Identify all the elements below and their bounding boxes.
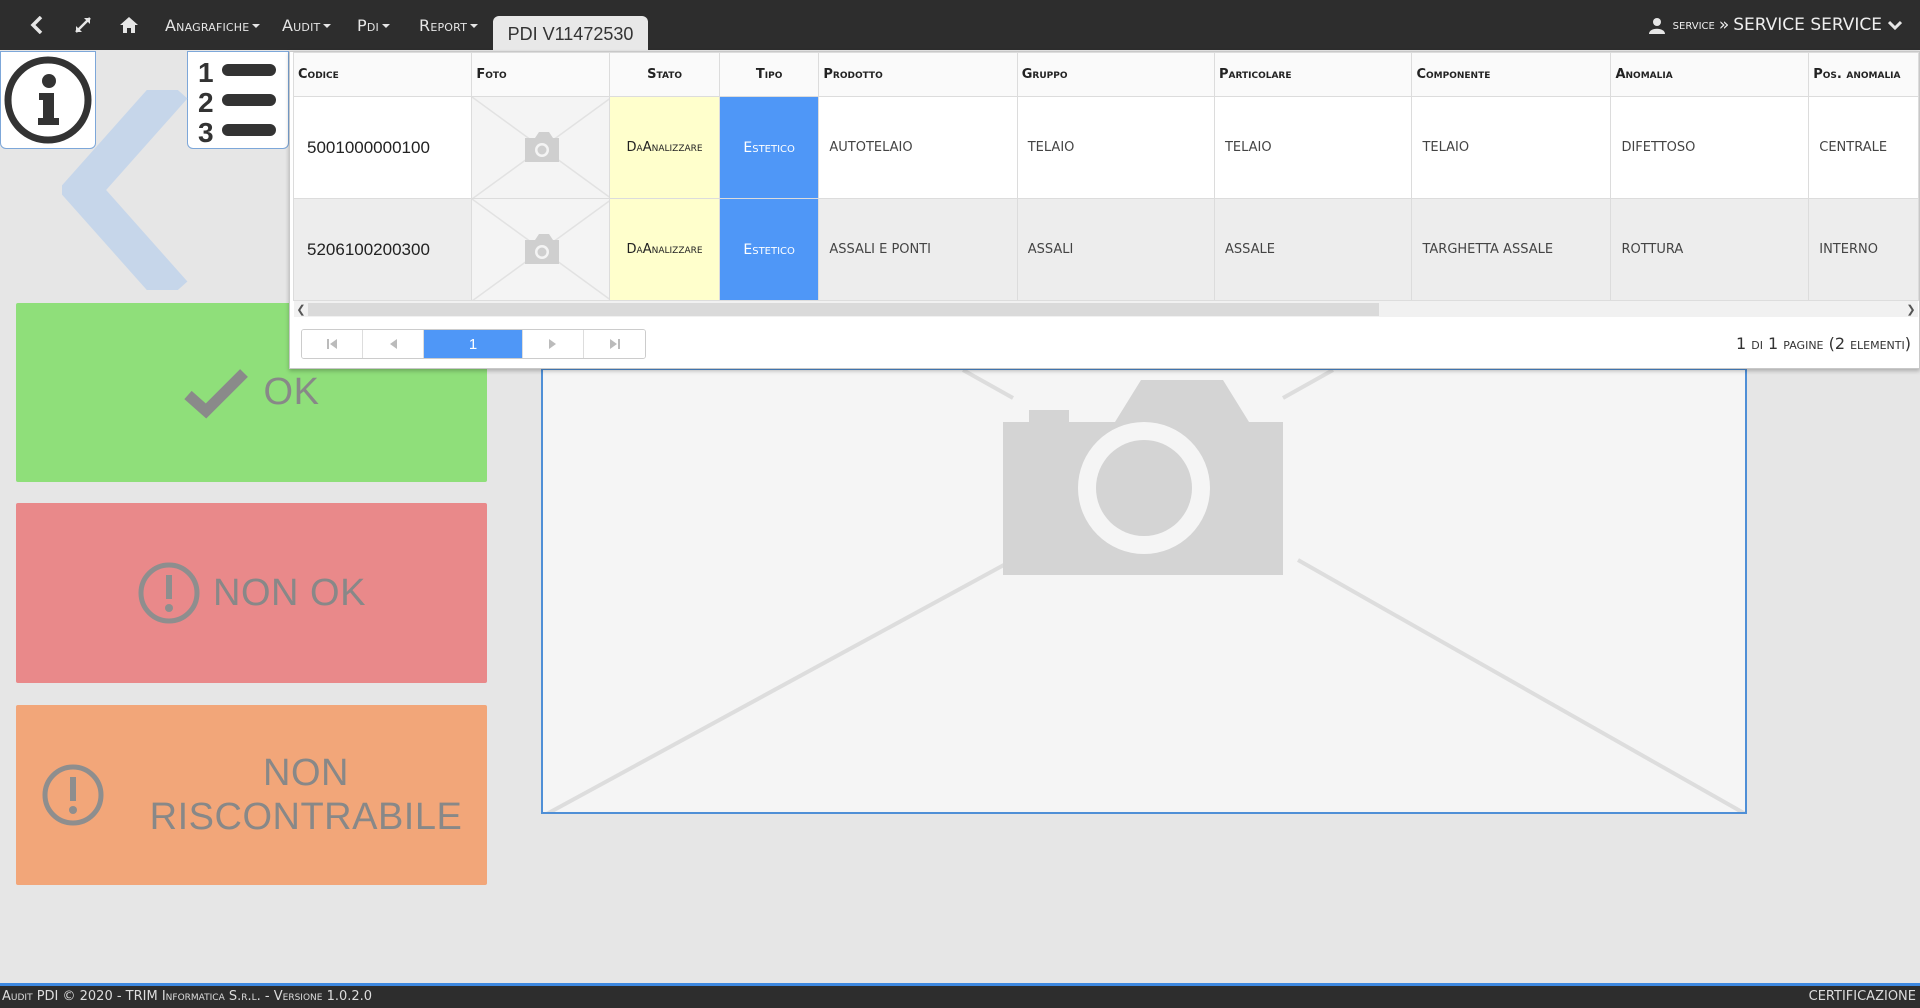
anomalies-table: Codice Foto Stato Tipo Prodotto Gruppo P… <box>292 52 1919 301</box>
user-role: service <box>1672 17 1715 33</box>
cell-prodotto[interactable]: AUTOTELAIO <box>818 96 1018 199</box>
fullscreen-button[interactable] <box>68 0 98 50</box>
checkmark-icon <box>183 368 248 419</box>
menu-anagrafiche[interactable]: Anagrafiche <box>165 0 261 50</box>
scrollbar-thumb[interactable] <box>308 303 1379 316</box>
cell-componente[interactable]: TARGHETTA ASSALE <box>1411 198 1612 301</box>
col-header-tipo[interactable]: Tipo <box>718 52 820 97</box>
menu-audit-label: Audit <box>282 15 321 35</box>
prev-page-icon <box>390 339 397 349</box>
tab-pdi-label: PDI V11472530 <box>507 23 634 44</box>
col-header-particolare[interactable]: Particolare <box>1213 52 1413 97</box>
camera-icon <box>472 97 609 198</box>
cell-gruppo[interactable]: TELAIO <box>1016 96 1215 199</box>
cell-foto[interactable] <box>471 198 611 301</box>
cell-pos-anomalia[interactable]: CENTRALE <box>1808 96 1919 199</box>
scroll-left-icon[interactable]: ❮ <box>294 301 308 318</box>
tab-pdi[interactable]: PDI V11472530 <box>493 16 648 52</box>
ok-label: OK <box>263 371 320 413</box>
prev-page-button[interactable] <box>363 330 424 358</box>
chevron-down-icon <box>1888 20 1902 30</box>
pager-info: 1 di 1 pagine (2 elementi) <box>1735 334 1911 353</box>
cell-stato[interactable]: DaAnalizzare <box>609 96 720 199</box>
camera-icon <box>546 370 1745 812</box>
next-page-button[interactable] <box>523 330 584 358</box>
menu-anagrafiche-label: Anagrafiche <box>165 15 250 35</box>
next-page-icon <box>549 339 556 349</box>
col-header-pos-anomalia[interactable]: Pos. anomalia <box>1808 52 1919 97</box>
non-riscontrabile-label: NON RISCONTRABILE <box>126 751 486 839</box>
col-header-codice[interactable]: Codice <box>292 52 473 97</box>
cell-tipo[interactable]: Estetico <box>718 198 820 301</box>
footer: Audit PDI © 2020 - TRIM Informatica S.r.… <box>0 983 1920 1008</box>
expand-icon <box>75 17 91 33</box>
menu-report[interactable]: Report <box>419 0 479 50</box>
menu-pdi[interactable]: Pdi <box>357 0 390 50</box>
cell-anomalia[interactable]: DIFETTOSO <box>1610 96 1810 199</box>
cell-particolare[interactable]: TELAIO <box>1213 96 1413 199</box>
col-header-gruppo[interactable]: Gruppo <box>1016 52 1215 97</box>
caret-down-icon <box>381 24 390 28</box>
col-header-stato[interactable]: Stato <box>609 52 720 97</box>
photo-placeholder[interactable] <box>541 368 1747 814</box>
scroll-right-icon[interactable]: ❯ <box>1904 301 1918 318</box>
non-ok-label: NON OK <box>213 571 366 614</box>
menu-report-label: Report <box>419 15 468 35</box>
col-header-anomalia[interactable]: Anomalia <box>1610 52 1810 97</box>
caret-down-icon <box>470 24 479 28</box>
cell-componente[interactable]: TELAIO <box>1411 96 1612 199</box>
home-icon <box>120 17 138 33</box>
horizontal-scrollbar[interactable]: ❮ ❯ <box>294 300 1918 317</box>
caret-down-icon <box>323 24 332 28</box>
cell-particolare[interactable]: ASSALE <box>1213 198 1413 301</box>
non-ok-button[interactable]: NON OK <box>16 503 487 683</box>
first-page-button[interactable] <box>302 330 363 358</box>
user-icon <box>1648 17 1665 34</box>
list-button[interactable]: 1 2 3 <box>187 51 289 149</box>
pager: 1 <box>301 329 646 359</box>
caret-down-icon <box>252 24 261 28</box>
exclamation-circle-icon <box>138 562 200 624</box>
non-riscontrabile-line1: NON <box>263 752 349 794</box>
cell-gruppo[interactable]: ASSALI <box>1016 198 1215 301</box>
top-navbar: Anagrafiche Audit Pdi Report PDI V114725… <box>0 0 1920 52</box>
user-name: SERVICE SERVICE <box>1733 15 1882 35</box>
table-row[interactable]: 5001000000100 DaAnalizzare Estetico AUTO… <box>292 96 1919 199</box>
page-button-current[interactable]: 1 <box>424 330 523 358</box>
last-page-button[interactable] <box>584 330 645 358</box>
menu-pdi-label: Pdi <box>357 15 379 35</box>
back-arrow-icon[interactable] <box>62 90 202 290</box>
col-header-foto[interactable]: Foto <box>471 52 611 97</box>
table-header-row: Codice Foto Stato Tipo Prodotto Gruppo P… <box>292 52 1919 97</box>
table-row[interactable]: 5206100200300 DaAnalizzare Estetico ASSA… <box>292 198 1919 301</box>
home-button[interactable] <box>114 0 144 50</box>
first-page-icon <box>327 339 337 349</box>
cell-codice[interactable]: 5206100200300 <box>292 198 473 301</box>
col-header-prodotto[interactable]: Prodotto <box>818 52 1018 97</box>
cell-anomalia[interactable]: ROTTURA <box>1610 198 1810 301</box>
cell-foto[interactable] <box>471 96 611 199</box>
camera-icon <box>472 199 609 300</box>
last-page-icon <box>609 339 620 349</box>
cell-stato[interactable]: DaAnalizzare <box>609 198 720 301</box>
numbered-list-icon: 1 2 3 <box>198 57 276 146</box>
user-separator: » <box>1718 15 1730 35</box>
exclamation-circle-icon <box>42 764 104 826</box>
cell-prodotto[interactable]: ASSALI E PONTI <box>818 198 1018 301</box>
footer-certificazione[interactable]: CERTIFICAZIONE <box>1809 989 1916 1004</box>
cell-pos-anomalia[interactable]: INTERNO <box>1808 198 1919 301</box>
cell-tipo[interactable]: Estetico <box>718 96 820 199</box>
cell-codice[interactable]: 5001000000100 <box>292 96 473 199</box>
menu-audit[interactable]: Audit <box>282 0 332 50</box>
footer-copyright: Audit PDI © 2020 - TRIM Informatica S.r.… <box>2 989 373 1004</box>
non-riscontrabile-button[interactable]: NON RISCONTRABILE <box>16 705 487 885</box>
col-header-componente[interactable]: Componente <box>1411 52 1612 97</box>
anomalies-grid-panel: Codice Foto Stato Tipo Prodotto Gruppo P… <box>289 51 1920 369</box>
user-menu[interactable]: service » SERVICE SERVICE <box>1648 0 1902 50</box>
non-riscontrabile-line2: RISCONTRABILE <box>149 796 463 838</box>
svg-text:1: 1 <box>198 57 214 88</box>
chevron-left-icon <box>30 16 43 34</box>
back-button[interactable] <box>22 0 52 50</box>
